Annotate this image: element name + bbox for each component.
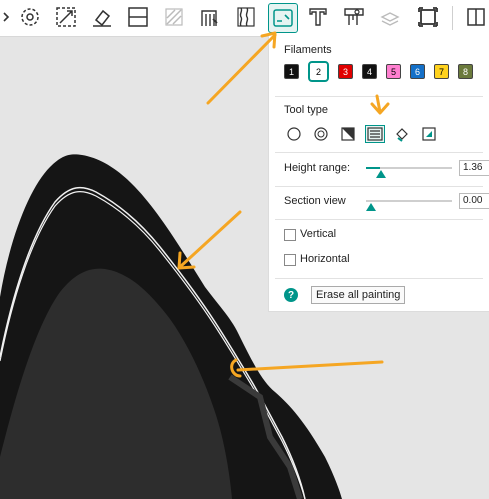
filaments-title: Filaments: [284, 44, 332, 56]
horizontal-label: Horizontal: [300, 253, 350, 265]
assembly-icon[interactable]: [376, 3, 404, 31]
gap-fill-tool-icon[interactable]: [419, 125, 439, 143]
height-range-slider-fill: [366, 167, 380, 169]
color-paint-icon[interactable]: [268, 3, 298, 33]
toolbar-divider: [452, 6, 453, 30]
height-range-label: Height range:: [284, 162, 351, 174]
filament-swatch-2[interactable]: 2: [308, 61, 329, 82]
height-range-tool-icon[interactable]: [365, 125, 385, 143]
section-view-label: Section view: [284, 195, 346, 207]
height-range-slider-thumb[interactable]: [376, 170, 386, 178]
divider: [275, 96, 483, 97]
tool-type-group: [284, 125, 446, 143]
color-paint-panel: Filaments 1 2 3 4 5 6 7 8 Tool type Heig…: [268, 36, 489, 312]
tool-type-title: Tool type: [284, 104, 329, 116]
sphere-tool-icon[interactable]: [311, 125, 331, 143]
height-range-input[interactable]: 1.36: [459, 160, 489, 176]
top-toolbar: [0, 0, 489, 37]
fill-tool-icon[interactable]: [392, 125, 412, 143]
divider: [275, 219, 483, 220]
filament-swatch-3[interactable]: 3: [338, 64, 353, 79]
measure-icon[interactable]: [340, 3, 368, 31]
divider: [275, 152, 483, 153]
eraser-icon[interactable]: [88, 3, 116, 31]
filament-swatch-5[interactable]: 5: [386, 64, 401, 79]
filament-swatch-4[interactable]: 4: [362, 64, 377, 79]
support-paint-icon[interactable]: [160, 3, 188, 31]
rotate-icon[interactable]: [16, 3, 44, 31]
section-view-slider-thumb[interactable]: [366, 203, 376, 211]
section-view-input[interactable]: 0.00: [459, 193, 489, 209]
help-icon[interactable]: ?: [284, 288, 298, 302]
filament-swatch-8[interactable]: 8: [458, 64, 473, 79]
section-view-slider[interactable]: [366, 200, 452, 202]
seam-paint-icon[interactable]: [196, 3, 224, 31]
text-emboss-icon[interactable]: [304, 3, 332, 31]
divider: [275, 186, 483, 187]
vertical-checkbox[interactable]: [284, 229, 296, 241]
scale-icon[interactable]: [52, 3, 80, 31]
erase-all-painting-button[interactable]: Erase all painting: [311, 286, 406, 304]
triangle-tool-icon[interactable]: [338, 125, 358, 143]
divider: [275, 278, 483, 279]
fuzzy-skin-icon[interactable]: [232, 3, 260, 31]
vertical-label: Vertical: [300, 228, 337, 240]
filament-swatch-1[interactable]: 1: [284, 64, 299, 79]
filament-swatch-6[interactable]: 6: [410, 64, 425, 79]
circle-tool-icon[interactable]: [284, 125, 304, 143]
fit-frame-icon[interactable]: [414, 3, 442, 31]
split-view-icon[interactable]: [462, 3, 489, 31]
horizontal-checkbox[interactable]: [284, 254, 296, 266]
cut-plane-icon[interactable]: [124, 3, 152, 31]
filament-swatch-7[interactable]: 7: [434, 64, 449, 79]
filament-swatches: 1 2 3 4 5 6 7 8: [284, 61, 482, 82]
